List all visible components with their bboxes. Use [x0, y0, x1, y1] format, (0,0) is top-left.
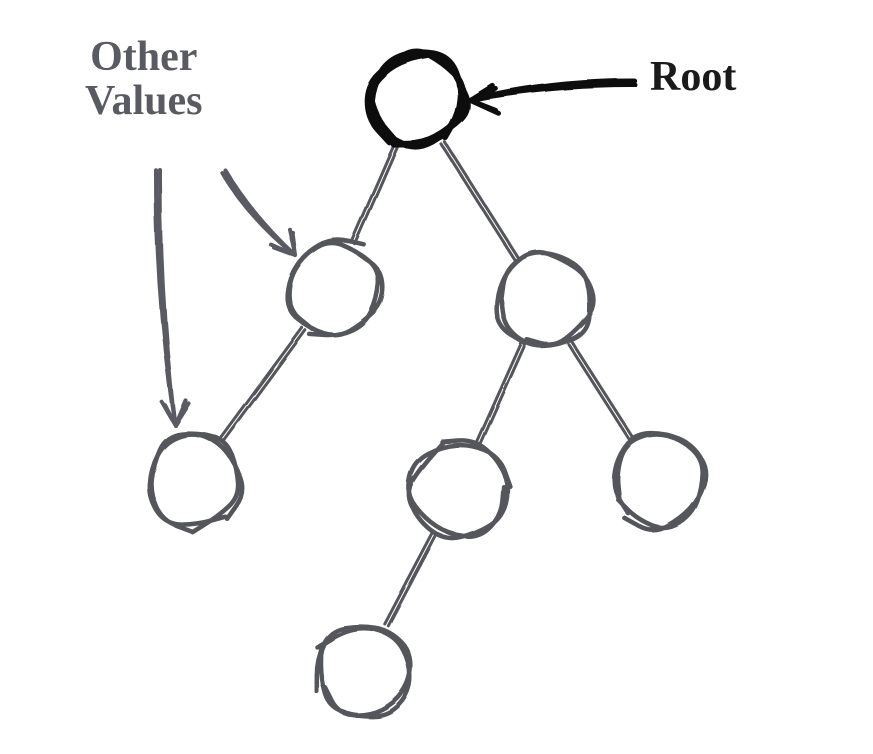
- edge: [221, 328, 302, 437]
- edge: [225, 330, 306, 439]
- edge: [572, 342, 633, 438]
- annotation-arrows: [156, 81, 635, 425]
- annotation-arrow: [222, 170, 295, 255]
- edge: [445, 142, 518, 258]
- nodes: [149, 52, 705, 716]
- edge: [351, 144, 394, 242]
- edge: [355, 146, 398, 244]
- tree-node: [287, 240, 383, 336]
- edge: [480, 346, 524, 445]
- tree-node: [316, 627, 410, 716]
- tree-node: [614, 434, 705, 531]
- edge: [385, 532, 433, 624]
- other-values-label: Other Values: [85, 35, 203, 123]
- edge: [569, 344, 630, 440]
- root-label: Root: [650, 55, 736, 99]
- root-node: [367, 52, 467, 148]
- edge: [441, 144, 514, 260]
- edges: [221, 142, 633, 626]
- tree-node: [497, 252, 593, 346]
- tree-node: [149, 433, 242, 532]
- edge: [388, 534, 436, 626]
- annotation-arrow: [470, 81, 635, 113]
- edge: [477, 344, 521, 443]
- tree-node: [409, 441, 510, 539]
- annotation-arrow: [156, 170, 189, 425]
